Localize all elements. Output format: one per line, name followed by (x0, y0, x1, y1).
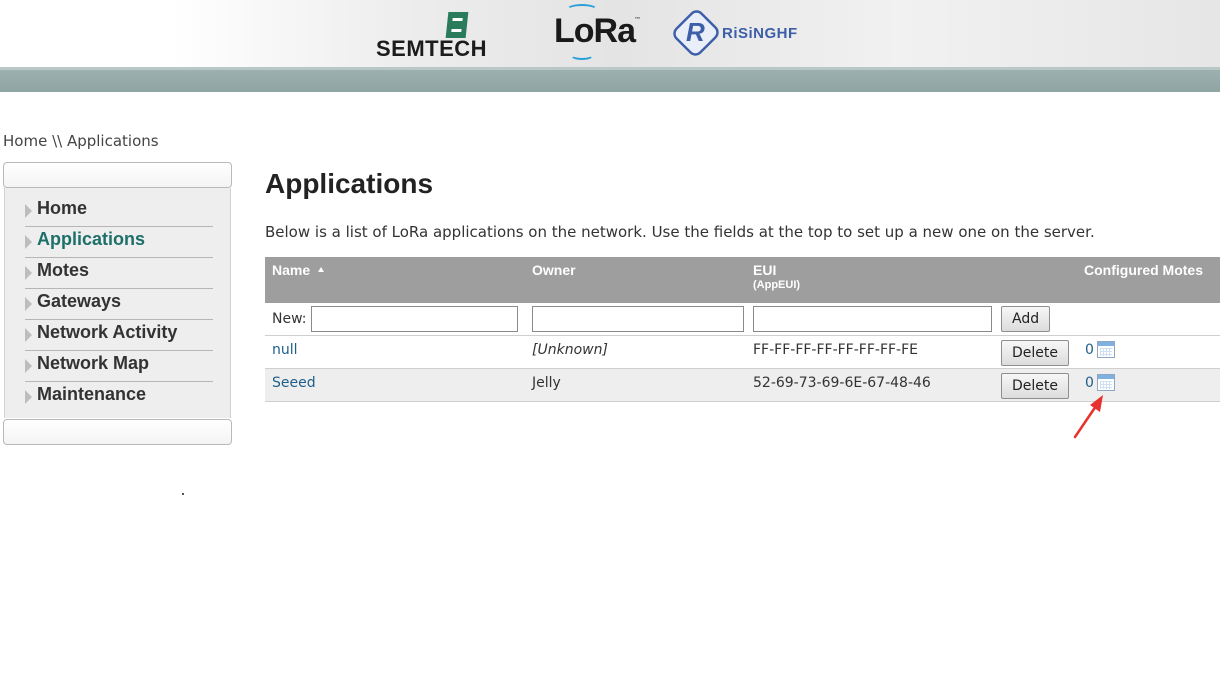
new-eui-input[interactable] (753, 306, 992, 332)
table-header: Name Owner EUI (AppEUI) Configured Motes (265, 257, 1220, 303)
sidebar-item-label: Home (37, 198, 88, 218)
new-name-input[interactable] (311, 306, 518, 332)
risinghf-logo: R RiSiNGHF (669, 6, 812, 60)
sidebar-item-maintenance[interactable]: Maintenance (25, 382, 213, 412)
header-banner: SEMTECH LoRa ™ R RiSiNGHF (0, 0, 1220, 92)
sidebar-item-label: Gateways (37, 291, 122, 311)
triangle-right-icon (25, 235, 32, 249)
delete-button[interactable]: Delete (1001, 373, 1069, 399)
application-eui: FF-FF-FF-FF-FF-FF-FF-FE (753, 342, 918, 358)
motes-count-link[interactable]: 0 (1085, 375, 1094, 391)
calendar-icon[interactable] (1097, 374, 1115, 391)
application-name-link[interactable]: Seeed (272, 375, 316, 391)
semtech-mark-icon (445, 12, 469, 38)
new-application-row: New: Add (265, 303, 1220, 336)
column-header-eui: EUI (AppEUI) (753, 262, 800, 291)
column-header-label: EUI (753, 262, 777, 278)
triangle-right-icon (25, 328, 32, 342)
lora-logo-text: LoRa (554, 12, 636, 50)
application-eui: 52-69-73-69-6E-67-48-46 (753, 375, 931, 391)
lora-logo: LoRa ™ (552, 4, 642, 62)
column-header-label: Configured Motes (1084, 262, 1203, 278)
banner-band (0, 67, 1220, 92)
sidebar-item-applications[interactable]: Applications (25, 227, 213, 258)
new-row-label: New: (272, 311, 307, 327)
semtech-logo-text: SEMTECH (376, 36, 488, 61)
application-owner: [Unknown] (532, 342, 608, 358)
risinghf-r-icon: R (686, 17, 705, 47)
calendar-icon[interactable] (1097, 341, 1115, 358)
lora-trademark: ™ (634, 16, 641, 24)
motes-count-link[interactable]: 0 (1085, 342, 1094, 358)
decorative-dot (182, 493, 184, 495)
risinghf-logo-text: RiSiNGHF (722, 25, 798, 42)
triangle-right-icon (25, 390, 32, 404)
application-name-link[interactable]: null (272, 342, 298, 358)
column-header-name[interactable]: Name (272, 262, 325, 278)
sidebar-item-label: Motes (37, 260, 90, 280)
applications-table: Name Owner EUI (AppEUI) Configured Motes… (265, 257, 1220, 402)
sidebar-item-label: Network Activity (37, 322, 178, 342)
new-owner-input[interactable] (532, 306, 744, 332)
column-header-configured-motes: Configured Motes (1084, 262, 1203, 278)
lora-wave-icon (566, 4, 598, 16)
lora-wave-icon (570, 50, 594, 60)
column-header-owner: Owner (532, 262, 576, 278)
column-header-label: Owner (532, 262, 576, 278)
sidebar-item-network-map[interactable]: Network Map (25, 351, 213, 382)
sidebar-item-label: Maintenance (37, 384, 147, 404)
table-row: null [Unknown] FF-FF-FF-FF-FF-FF-FF-FE D… (265, 336, 1220, 369)
sidebar-top-cap (3, 162, 232, 188)
column-header-sublabel: (AppEUI) (753, 279, 801, 291)
triangle-right-icon (25, 297, 32, 311)
semtech-logo: SEMTECH (376, 8, 538, 62)
delete-button[interactable]: Delete (1001, 340, 1069, 366)
sidebar-item-label: Network Map (37, 353, 150, 373)
triangle-right-icon (25, 359, 32, 373)
triangle-right-icon (25, 204, 32, 218)
sidebar-item-network-activity[interactable]: Network Activity (25, 320, 213, 351)
page-title: Applications (265, 168, 434, 199)
sidebar-bottom-cap (3, 419, 232, 445)
application-owner: Jelly (532, 375, 561, 391)
sort-ascending-icon (318, 267, 325, 272)
sidebar-nav: Home Applications Motes Gateways Network… (4, 188, 231, 418)
breadcrumb: Home \\ Applications (3, 132, 159, 150)
sidebar-item-motes[interactable]: Motes (25, 258, 213, 289)
sidebar-item-home[interactable]: Home (25, 196, 213, 227)
page-description: Below is a list of LoRa applications on … (265, 223, 1095, 241)
add-button[interactable]: Add (1001, 306, 1051, 332)
sidebar-item-label: Applications (37, 229, 146, 249)
sidebar-item-gateways[interactable]: Gateways (25, 289, 213, 320)
column-header-label: Name (272, 262, 311, 278)
triangle-right-icon (25, 266, 32, 280)
red-arrow-icon (1073, 395, 1103, 439)
